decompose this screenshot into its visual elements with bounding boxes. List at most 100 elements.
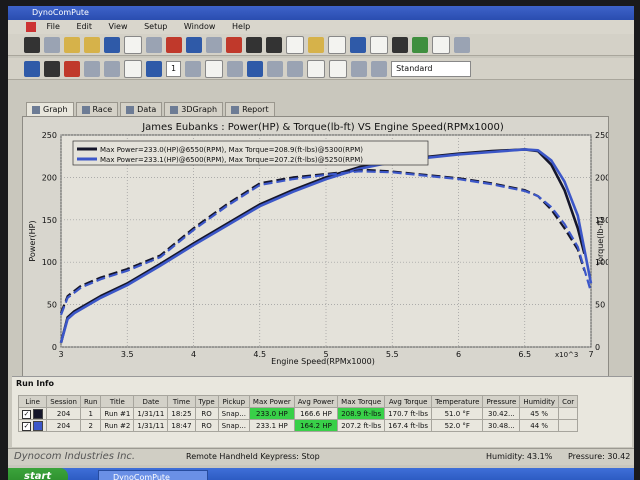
column-header[interactable]: Session — [46, 395, 81, 408]
view-select[interactable]: Standard — [391, 60, 472, 77]
tab-data[interactable]: Data — [120, 102, 163, 116]
run-checkbox[interactable]: ✓ — [22, 409, 31, 419]
cursor-icon[interactable] — [247, 60, 264, 77]
column-header[interactable]: Line — [17, 395, 48, 408]
cell-max-torque: 208.9 ft-lbs — [337, 407, 386, 420]
run-checkbox[interactable]: ✓ — [22, 421, 31, 431]
taskbar-item-dynocompute[interactable]: DynoComPute — [98, 470, 208, 480]
tools-icon[interactable] — [246, 36, 262, 53]
column-header[interactable]: Run — [79, 395, 102, 408]
close-icon[interactable] — [266, 36, 282, 53]
table-row[interactable]: ✓ 204 2 Run #2 1/31/11 18:47 RO Snap... 233.1 H… — [17, 419, 579, 432]
legend-run2: Max Power=233.1(HP)@6500(RPM), Max Torqu… — [100, 156, 363, 164]
dyno-chart[interactable]: 3 3.5 4 4.5 5 5.5 6 6.5 705010015020025005010015… — [23, 117, 608, 377]
view-tabs: Graph Race Data 3DGraph Report — [26, 102, 275, 116]
start-button[interactable]: start — [8, 468, 68, 480]
green-flag-icon[interactable] — [412, 36, 428, 53]
wrench-icon[interactable] — [392, 36, 408, 53]
line-cell[interactable]: ✓ — [17, 407, 48, 420]
menu-help[interactable]: Help — [232, 22, 250, 31]
axis-icon[interactable] — [287, 60, 304, 77]
zoom-select[interactable]: 1 — [166, 60, 182, 77]
gauge-yellow-icon[interactable] — [308, 36, 324, 53]
menu-file[interactable]: File — [47, 22, 60, 31]
chart-panel[interactable]: 3 3.5 4 4.5 5 5.5 6 6.5 7 0 50 100 150 200 250 0 50 100 15… — [22, 116, 609, 378]
status-humidity: Humidity: 43.1% — [486, 452, 553, 461]
menu-edit[interactable]: Edit — [76, 22, 92, 31]
cell-max-torque: 207.2 ft-lbs — [337, 419, 386, 432]
folder-icon[interactable] — [84, 36, 100, 53]
grid-toggle-icon[interactable] — [205, 59, 224, 78]
menu-view[interactable]: View — [109, 22, 128, 31]
frame-icon[interactable] — [286, 35, 304, 54]
cell-type: RO — [194, 407, 219, 420]
column-header[interactable]: Type — [194, 395, 219, 408]
report-icon — [231, 105, 240, 114]
gauge-icon[interactable] — [44, 36, 60, 53]
print-icon[interactable] — [124, 35, 142, 54]
column-header[interactable]: Pressure — [482, 395, 521, 408]
column-header[interactable]: Avg Power — [293, 395, 339, 408]
page-icon[interactable] — [124, 59, 142, 78]
grid-icon[interactable] — [328, 35, 346, 54]
curve-icon[interactable] — [267, 60, 284, 77]
line-cell[interactable]: ✓ — [17, 419, 48, 432]
cell-session: 204 — [46, 419, 81, 432]
rpm-icon[interactable] — [371, 60, 388, 77]
save-icon[interactable] — [104, 36, 120, 53]
menu-setup[interactable]: Setup — [144, 22, 167, 31]
y-tick-label-left: 200 — [42, 173, 57, 182]
zoom-in-icon[interactable] — [84, 60, 100, 77]
stop-icon[interactable] — [226, 36, 242, 53]
column-header[interactable]: Pickup — [217, 395, 250, 408]
print-preview-icon[interactable] — [146, 36, 162, 53]
tab-report-label: Report — [242, 105, 269, 114]
cell-run: 1 — [79, 407, 102, 420]
column-header[interactable]: Cor — [558, 395, 579, 408]
tab-3dgraph[interactable]: 3DGraph — [164, 102, 224, 116]
table-icon[interactable] — [370, 35, 388, 54]
window-titlebar[interactable]: DynoComPute — [8, 6, 634, 20]
cell-avg-power: 164.2 HP — [293, 419, 339, 432]
column-header[interactable]: Date — [133, 395, 169, 408]
cell-title: Run #2 — [100, 419, 135, 432]
layout-alt-icon[interactable] — [329, 59, 348, 78]
tab-3dgraph-label: 3DGraph — [181, 105, 218, 114]
settings-icon[interactable] — [206, 36, 222, 53]
column-header[interactable]: Temperature — [431, 395, 484, 408]
chart-title: James Eubanks : Power(HP) & Torque(lb-ft… — [141, 122, 504, 133]
dyno-icon[interactable] — [24, 36, 40, 53]
status-company: Dynocom Industries Inc. — [14, 451, 136, 462]
x-tick-label: 7 — [588, 350, 593, 359]
y-axis-right-label: Torque(lb-ft) — [596, 217, 605, 267]
x-axis-label: Engine Speed(RPMx1000) — [271, 357, 375, 366]
cube-icon[interactable] — [166, 36, 182, 53]
speed-icon[interactable] — [351, 60, 368, 77]
run-icon[interactable] — [44, 60, 60, 77]
column-header[interactable]: Humidity — [519, 395, 560, 408]
column-header[interactable]: Max Power — [248, 395, 295, 408]
tab-graph[interactable]: Graph — [26, 102, 74, 116]
toolbar-main — [8, 34, 634, 56]
column-header[interactable]: Avg Torque — [384, 395, 433, 408]
open-folder-icon[interactable] — [64, 36, 80, 53]
tab-race[interactable]: Race — [75, 102, 119, 116]
list-icon[interactable] — [454, 36, 470, 53]
window-icon[interactable] — [432, 35, 450, 54]
menu-window[interactable]: Window — [184, 22, 216, 31]
zoom-out-icon[interactable] — [104, 60, 120, 77]
column-header[interactable]: Title — [100, 395, 135, 408]
column-header[interactable]: Time — [167, 395, 196, 408]
crosshair-icon[interactable] — [185, 60, 202, 77]
chart-icon[interactable] — [350, 36, 366, 53]
table-row[interactable]: ✓ 204 1 Run #1 1/31/11 18:25 RO Snap... 233.0 H… — [17, 407, 579, 420]
layout-icon[interactable] — [307, 59, 326, 78]
car-icon[interactable] — [24, 60, 40, 77]
record-icon[interactable] — [64, 60, 80, 77]
help-icon[interactable] — [186, 36, 202, 53]
monitor-icon[interactable] — [146, 60, 162, 77]
column-header[interactable]: Max Torque — [337, 395, 386, 408]
pointer-icon[interactable] — [227, 60, 244, 77]
tab-report[interactable]: Report — [225, 102, 275, 116]
tab-data-label: Data — [137, 105, 157, 114]
